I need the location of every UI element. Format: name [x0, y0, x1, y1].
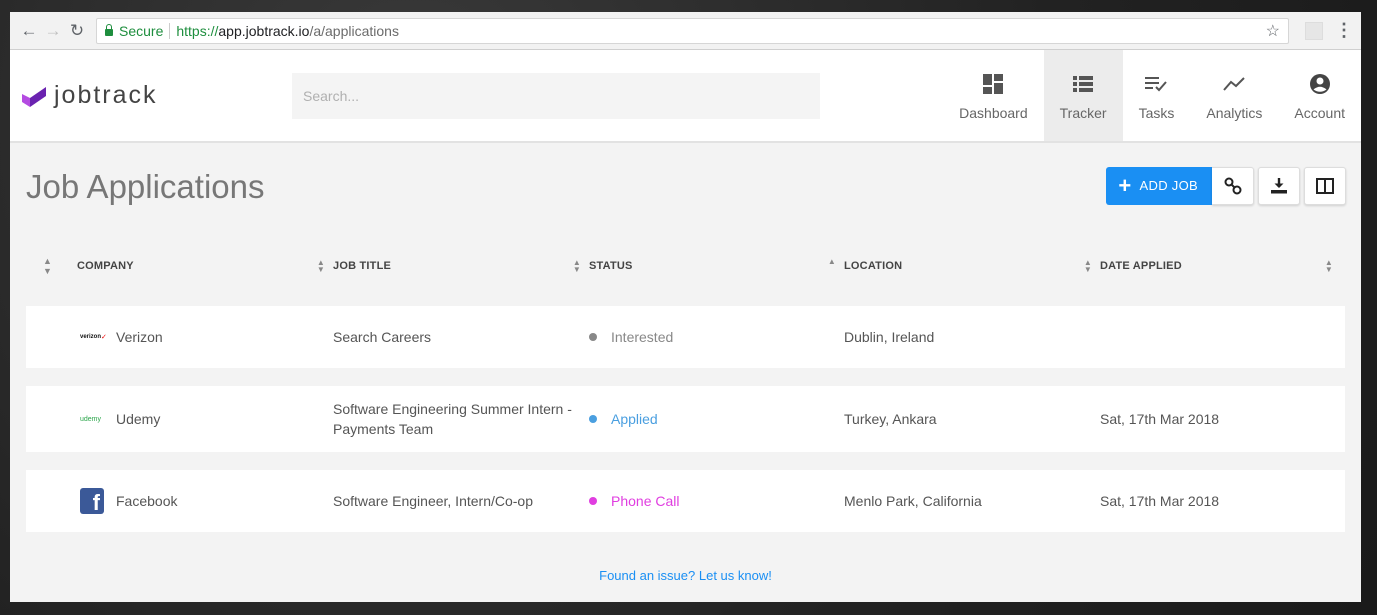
column-date-applied-label: DATE APPLIED — [1100, 259, 1182, 272]
nav-analytics[interactable]: Analytics — [1190, 50, 1278, 141]
nav-dashboard[interactable]: Dashboard — [943, 50, 1044, 141]
company-name: Verizon — [116, 329, 163, 345]
analytics-icon — [1223, 71, 1246, 97]
url-path: /a/applications — [309, 22, 399, 39]
page-content: Job Applications + ADD JOB ▲ ▼ COMPANY ▲… — [10, 143, 1361, 583]
share-link-button[interactable] — [1212, 166, 1254, 205]
columns-icon — [1316, 177, 1334, 194]
reload-button[interactable]: ↻ — [66, 20, 88, 42]
app-header: jobtrack Dashboard Tracker Tasks — [10, 50, 1361, 143]
browser-toolbar: ← → ↻ Secure https://app.jobtrack.io/a/a… — [10, 12, 1361, 50]
logo-check-icon — [22, 86, 46, 107]
select-sort[interactable]: ▲ ▼ — [26, 256, 77, 276]
logo[interactable]: jobtrack — [22, 81, 292, 110]
main-nav: Dashboard Tracker Tasks Analytics Accoun… — [943, 50, 1361, 141]
company-cell: f Facebook — [26, 488, 333, 514]
download-icon — [1271, 177, 1287, 193]
url-scheme: https:// — [176, 22, 219, 39]
add-job-button[interactable]: + ADD JOB — [1106, 166, 1212, 205]
forward-button[interactable]: → — [42, 20, 64, 42]
nav-tasks-label: Tasks — [1138, 104, 1175, 121]
toolbar-actions: + ADD JOB — [1106, 166, 1346, 205]
column-status-label: STATUS — [589, 259, 633, 272]
table-row[interactable]: f Facebook Software Engineer, Intern/Co-… — [26, 470, 1345, 532]
browser-window: ← → ↻ Secure https://app.jobtrack.io/a/a… — [10, 12, 1361, 602]
status-label: Applied — [611, 411, 658, 427]
sort-icon: ▲ ▼ — [572, 257, 581, 274]
table-row[interactable]: udemy Udemy Software Engineering Summer … — [26, 386, 1345, 452]
column-date-applied[interactable]: DATE APPLIED ▲ ▼ — [1100, 257, 1345, 274]
status-cell: Phone Call — [589, 493, 844, 509]
status-cell: Interested — [589, 329, 844, 345]
nav-tasks[interactable]: Tasks — [1123, 50, 1191, 141]
omnibox-divider — [169, 22, 171, 39]
page-title: Job Applications — [26, 167, 265, 205]
job-title-cell: Software Engineering Summer Intern - Pay… — [333, 401, 572, 437]
nav-account[interactable]: Account — [1278, 50, 1361, 141]
link-icon — [1224, 177, 1241, 194]
nav-account-label: Account — [1294, 104, 1345, 121]
location-cell: Menlo Park, California — [844, 493, 982, 509]
download-button[interactable] — [1258, 166, 1300, 205]
column-status[interactable]: STATUS ▲ — [589, 257, 844, 272]
columns-toggle-button[interactable] — [1304, 166, 1346, 205]
sort-icon: ▲ ▼ — [1083, 257, 1092, 274]
address-bar[interactable]: Secure https://app.jobtrack.io/a/applica… — [96, 17, 1289, 44]
list-icon — [1073, 71, 1094, 97]
status-dot — [589, 415, 597, 423]
browser-menu-icon[interactable]: ⋮ — [1335, 20, 1353, 41]
date-applied-cell: Sat, 17th Mar 2018 — [1100, 411, 1220, 427]
company-name: Facebook — [116, 493, 178, 509]
udemy-logo: udemy — [80, 415, 102, 423]
sort-icon: ▲ ▼ — [43, 255, 53, 276]
url-host: app.jobtrack.io — [218, 22, 310, 39]
nav-dashboard-label: Dashboard — [959, 104, 1028, 121]
nav-analytics-label: Analytics — [1206, 104, 1263, 121]
company-name: Udemy — [116, 411, 161, 427]
company-cell: udemy Udemy — [26, 411, 333, 427]
page-head: Job Applications + ADD JOB — [26, 143, 1346, 228]
brand-name: jobtrack — [54, 81, 158, 109]
table-row[interactable]: verizon ✓ Verizon Search Careers Interest… — [26, 306, 1345, 368]
job-title-cell: Search Careers — [333, 329, 432, 345]
column-job-title[interactable]: JOB TITLE ▲ ▼ — [333, 257, 589, 274]
plus-icon: + — [1118, 172, 1132, 198]
feedback-link[interactable]: Found an issue? Let us know! — [26, 568, 1345, 583]
sort-icon: ▲ ▼ — [316, 257, 325, 274]
column-location[interactable]: LOCATION ▲ ▼ — [844, 257, 1100, 274]
company-cell: verizon ✓ Verizon — [26, 329, 333, 345]
tasks-icon — [1145, 71, 1168, 97]
dashboard-icon — [983, 71, 1004, 97]
sort-asc-icon: ▲ — [827, 257, 836, 266]
column-location-label: LOCATION — [844, 259, 903, 272]
status-dot — [589, 333, 597, 341]
table-header: ▲ ▼ COMPANY ▲ ▼ JOB TITLE ▲ ▼ STATUS ▲ LOCA… — [26, 228, 1345, 303]
sort-icon: ▲ ▼ — [1324, 257, 1333, 274]
secure-label: Secure — [119, 22, 164, 39]
column-job-title-label: JOB TITLE — [333, 259, 392, 272]
nav-tracker[interactable]: Tracker — [1043, 50, 1123, 141]
search-input[interactable] — [292, 72, 820, 119]
location-cell: Dublin, Ireland — [844, 329, 935, 345]
status-dot — [589, 497, 597, 505]
back-button[interactable]: ← — [18, 20, 40, 42]
status-label: Interested — [611, 329, 674, 345]
verizon-logo: verizon ✓ — [80, 334, 107, 341]
bookmark-star-icon[interactable]: ☆ — [1266, 21, 1280, 41]
job-title-cell: Software Engineer, Intern/Co-op — [333, 493, 534, 509]
column-company[interactable]: COMPANY ▲ ▼ — [77, 257, 333, 274]
facebook-logo: f — [80, 488, 104, 514]
lock-icon — [105, 24, 113, 36]
account-icon — [1309, 71, 1331, 97]
nav-tracker-label: Tracker — [1059, 104, 1107, 121]
date-applied-cell: Sat, 17th Mar 2018 — [1100, 493, 1220, 509]
status-cell: Applied — [589, 411, 844, 427]
add-job-label: ADD JOB — [1139, 178, 1198, 193]
extension-icon[interactable] — [1305, 21, 1323, 40]
column-company-label: COMPANY — [77, 259, 134, 272]
status-label: Phone Call — [611, 493, 680, 509]
location-cell: Turkey, Ankara — [844, 411, 937, 427]
